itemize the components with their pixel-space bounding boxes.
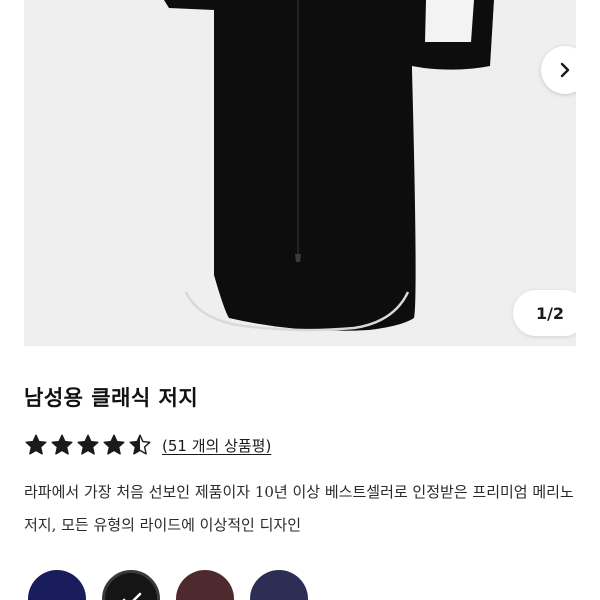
color-swatches	[24, 566, 600, 600]
star-full-icon	[77, 434, 99, 455]
jersey-image	[164, 0, 494, 332]
product-description: 라파에서 가장 처음 선보인 제품이자 10년 이상 베스트셀러로 인정받은 프…	[24, 483, 574, 534]
color-swatch-black[interactable]	[102, 570, 160, 600]
star-full-icon	[25, 434, 47, 455]
star-full-icon	[103, 434, 125, 455]
color-swatch-burgundy[interactable]	[176, 570, 234, 600]
rating-stars	[24, 433, 152, 457]
product-title: 남성용 클래식 저지	[24, 386, 199, 410]
color-swatch-dark-blue[interactable]	[250, 570, 308, 600]
star-full-icon	[51, 434, 73, 455]
product-image-gallery[interactable]: 1/2	[24, 0, 576, 346]
chevron-right-icon	[560, 62, 570, 78]
reviews-link[interactable]: (51 개의 상품평)	[162, 435, 271, 456]
image-counter: 1/2	[513, 290, 576, 336]
star-half-icon	[129, 434, 151, 455]
checkmark-icon	[122, 592, 142, 600]
color-swatch-navy[interactable]	[28, 570, 86, 600]
product-rating: (51 개의 상품평)	[24, 432, 271, 458]
